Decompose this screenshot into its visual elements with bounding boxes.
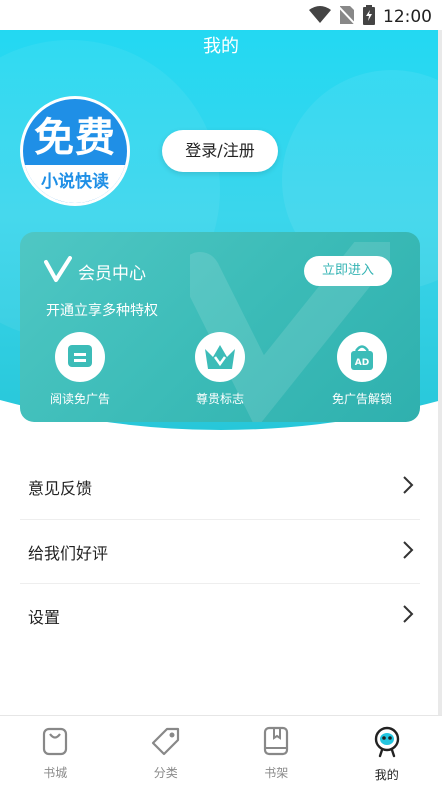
vip-title: 会员中心 bbox=[78, 264, 146, 284]
perk-label: 阅读免广告 bbox=[49, 392, 110, 406]
bottom-tab-bar: 书城 分类 书架 我的 bbox=[0, 715, 442, 785]
no-sim-icon bbox=[338, 5, 356, 29]
tab-label: 分类 bbox=[153, 766, 178, 780]
wifi-icon bbox=[309, 6, 331, 28]
category-tag-icon bbox=[150, 726, 182, 760]
vip-subtitle: 开通立享多种特权 bbox=[46, 303, 158, 319]
tab-profile[interactable]: 我的 bbox=[332, 716, 442, 785]
menu-item-label: 意见反馈 bbox=[28, 478, 93, 498]
svg-text:AD: AD bbox=[355, 358, 369, 368]
menu-item-feedback[interactable]: 意见反馈 bbox=[20, 454, 420, 520]
ad-free-reading-icon bbox=[55, 332, 105, 382]
vip-logo-icon bbox=[44, 256, 72, 288]
perk-ad-free-reading[interactable]: 阅读免广告 bbox=[30, 332, 130, 407]
status-icons: 12:00 bbox=[309, 5, 432, 29]
tab-bookshelf[interactable]: 书架 bbox=[221, 716, 332, 785]
ad-unlock-bag-icon: AD bbox=[337, 332, 387, 382]
tab-label: 书架 bbox=[264, 766, 289, 780]
tab-label: 书城 bbox=[43, 766, 68, 780]
bookshelf-icon bbox=[262, 726, 290, 760]
menu-item-label: 设置 bbox=[28, 608, 61, 627]
logo-text-top: 免费 bbox=[34, 115, 116, 161]
page-title: 我的 bbox=[203, 36, 239, 57]
chevron-right-icon bbox=[402, 540, 414, 564]
chevron-right-icon bbox=[402, 604, 414, 628]
app-logo: 免费 小说快读 bbox=[20, 96, 130, 206]
settings-menu: 意见反馈 给我们好评 设置 bbox=[20, 454, 420, 648]
battery-charging-icon bbox=[363, 5, 375, 29]
perk-label: 尊贵标志 bbox=[195, 392, 244, 406]
crown-icon bbox=[195, 332, 245, 382]
scrollbar[interactable] bbox=[438, 30, 442, 715]
menu-item-label: 给我们好评 bbox=[28, 543, 109, 563]
tab-label: 我的 bbox=[374, 768, 399, 782]
perk-label: 免广告解锁 bbox=[331, 392, 392, 406]
vip-center-card[interactable]: 会员中心 立即进入 开通立享多种特权 阅读免广告 尊贵标志 AD 免广告解锁 bbox=[20, 232, 420, 422]
tab-bookstore[interactable]: 书城 bbox=[0, 716, 111, 785]
bookstore-icon bbox=[41, 726, 69, 760]
login-register-button[interactable]: 登录/注册 bbox=[162, 130, 278, 172]
status-bar: 12:00 bbox=[0, 0, 442, 30]
profile-robot-icon bbox=[372, 726, 402, 762]
tab-category[interactable]: 分类 bbox=[111, 716, 222, 785]
status-time: 12:00 bbox=[383, 7, 432, 27]
menu-item-settings[interactable]: 设置 bbox=[20, 584, 420, 648]
chevron-right-icon bbox=[402, 475, 414, 499]
logo-text-bottom: 小说快读 bbox=[23, 165, 127, 203]
perk-noble-badge[interactable]: 尊贵标志 bbox=[170, 332, 270, 407]
perk-ad-unlock[interactable]: AD 免广告解锁 bbox=[312, 332, 412, 407]
menu-item-rate-us[interactable]: 给我们好评 bbox=[20, 520, 420, 584]
vip-enter-button[interactable]: 立即进入 bbox=[304, 256, 392, 286]
